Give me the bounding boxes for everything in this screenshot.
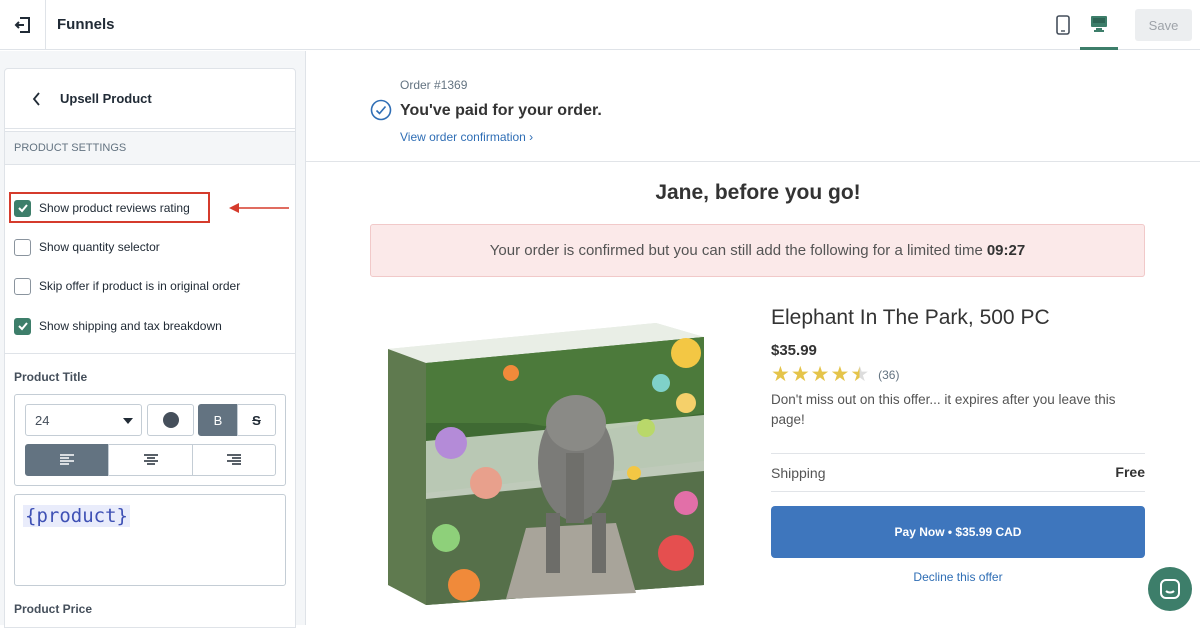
upsell-product-panel: Upsell Product PRODUCT SETTINGS Show pro… bbox=[4, 68, 296, 628]
upsell-headline: Jane, before you go! bbox=[655, 181, 861, 204]
top-bar: Funnels Save bbox=[0, 0, 1200, 50]
panel-header: Upsell Product bbox=[5, 69, 295, 129]
shipping-value: Free bbox=[1115, 464, 1145, 480]
back-button[interactable] bbox=[27, 89, 47, 109]
view-order-confirmation-link[interactable]: View order confirmation › bbox=[400, 130, 533, 144]
align-center-icon bbox=[143, 454, 158, 465]
shipping-label: Shipping bbox=[771, 465, 826, 481]
star-icon: ★ bbox=[810, 363, 830, 386]
caret-down-icon bbox=[123, 418, 133, 424]
review-count: (36) bbox=[878, 368, 900, 382]
option-label: Show quantity selector bbox=[39, 240, 160, 254]
divider bbox=[306, 161, 1200, 162]
exit-button[interactable] bbox=[0, 0, 46, 50]
save-button[interactable]: Save bbox=[1135, 9, 1192, 41]
option-label: Show shipping and tax breakdown bbox=[39, 319, 222, 333]
option-show-quantity[interactable]: Show quantity selector bbox=[14, 234, 160, 260]
align-left-button[interactable] bbox=[25, 444, 109, 476]
checkmark-icon bbox=[17, 322, 28, 331]
product-title-template-input[interactable]: {product} bbox=[14, 494, 286, 586]
chevron-left-icon bbox=[32, 92, 40, 106]
countdown-timer: 09:27 bbox=[986, 242, 1026, 259]
chat-icon bbox=[1160, 579, 1180, 599]
product-token: {product} bbox=[23, 505, 130, 527]
order-number: Order #1369 bbox=[400, 78, 468, 92]
app-title: Funnels bbox=[57, 16, 115, 33]
checkbox-shipping-tax[interactable] bbox=[14, 317, 31, 335]
product-rating: ★ ★ ★ ★ ★ (36) bbox=[771, 363, 900, 386]
decline-offer-link[interactable]: Decline this offer bbox=[771, 570, 1145, 584]
paid-confirmation-title: You've paid for your order. bbox=[400, 102, 602, 119]
banner-text: Your order is confirmed but you can stil… bbox=[489, 242, 983, 259]
divider bbox=[771, 453, 1145, 454]
divider bbox=[5, 353, 295, 354]
upsell-preview: Order #1369 You've paid for your order. … bbox=[306, 51, 1200, 625]
product-title-label: Product Title bbox=[14, 370, 88, 384]
divider bbox=[771, 491, 1145, 492]
mobile-device-icon bbox=[1056, 15, 1070, 35]
option-shipping-tax[interactable]: Show shipping and tax breakdown bbox=[14, 313, 222, 339]
align-right-button[interactable] bbox=[192, 444, 276, 476]
text-color-button[interactable] bbox=[147, 404, 194, 436]
mobile-view-button[interactable] bbox=[1044, 0, 1082, 50]
highlight-annotation-box bbox=[9, 192, 210, 223]
check-circle-icon bbox=[370, 99, 392, 121]
pay-now-button[interactable]: Pay Now • $35.99 CAD bbox=[771, 506, 1145, 558]
half-star-icon: ★ bbox=[850, 363, 870, 386]
desktop-view-button[interactable] bbox=[1080, 0, 1118, 50]
option-label: Skip offer if product is in original ord… bbox=[39, 279, 241, 293]
section-heading-product-settings: PRODUCT SETTINGS bbox=[5, 131, 295, 165]
color-swatch-icon bbox=[162, 412, 179, 428]
option-skip-offer[interactable]: Skip offer if product is in original ord… bbox=[14, 273, 240, 299]
chat-button[interactable] bbox=[1148, 567, 1192, 611]
checkbox-show-quantity[interactable] bbox=[14, 238, 31, 256]
bold-button[interactable]: B bbox=[198, 404, 238, 436]
checkbox-skip-offer[interactable] bbox=[14, 277, 31, 295]
font-size-select[interactable]: 24 bbox=[25, 404, 142, 436]
star-icon: ★ bbox=[771, 363, 790, 386]
product-image bbox=[388, 323, 704, 605]
font-size-value: 24 bbox=[35, 412, 50, 428]
product-title: Elephant In The Park, 500 PC bbox=[771, 306, 1050, 329]
align-left-icon bbox=[60, 454, 74, 465]
title-style-toolbar: 24 B S bbox=[14, 394, 286, 486]
panel-title: Upsell Product bbox=[60, 91, 152, 106]
align-right-icon bbox=[227, 454, 241, 465]
exit-icon bbox=[14, 17, 30, 33]
annotation-arrow-icon bbox=[229, 203, 289, 213]
strikethrough-button[interactable]: S bbox=[237, 404, 276, 436]
star-icon: ★ bbox=[830, 363, 850, 386]
product-description: Don't miss out on this offer... it expir… bbox=[771, 392, 1116, 427]
offer-timer-banner: Your order is confirmed but you can stil… bbox=[370, 224, 1145, 277]
settings-sidebar: Upsell Product PRODUCT SETTINGS Show pro… bbox=[0, 51, 306, 628]
product-price-label: Product Price bbox=[14, 602, 93, 616]
product-price: $35.99 bbox=[771, 342, 817, 359]
desktop-device-icon bbox=[1091, 15, 1107, 32]
align-center-button[interactable] bbox=[108, 444, 193, 476]
star-icon: ★ bbox=[790, 363, 810, 386]
